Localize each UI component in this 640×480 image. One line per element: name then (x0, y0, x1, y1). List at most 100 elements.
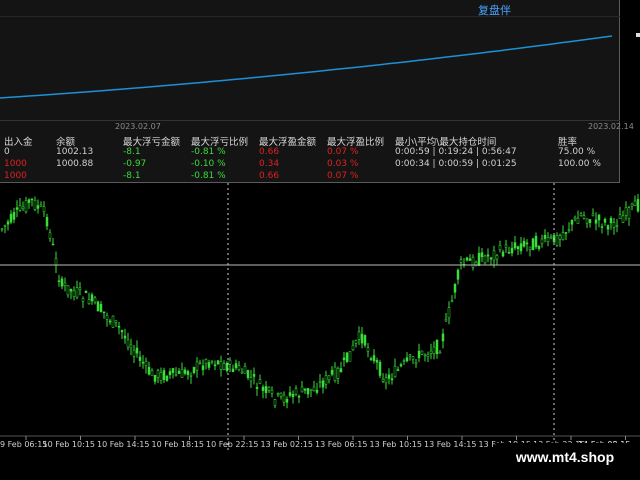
candle-body (456, 269, 460, 280)
candle-body (495, 255, 499, 260)
candle-body (516, 246, 520, 250)
candle-body (414, 362, 418, 365)
candle-body (18, 205, 22, 211)
candle-body (165, 375, 169, 381)
cell-deposit: 1000 (4, 171, 27, 181)
candle-body (315, 389, 319, 393)
candle-body (141, 361, 145, 364)
candle-body (33, 200, 37, 210)
candle-body (15, 207, 19, 210)
cell-max-float-loss: -8.1 (123, 171, 141, 181)
candle-body (432, 346, 436, 354)
candle-body (285, 399, 289, 403)
candle-body (162, 370, 166, 380)
candle-body (471, 256, 475, 268)
cell-max-float-profit: 0.66 (259, 171, 280, 181)
candle-body (363, 335, 367, 346)
candle-body (264, 386, 268, 394)
candle-body (9, 213, 13, 223)
x-axis-label: 13 Feb 02:15 (260, 440, 313, 449)
candle-body (135, 347, 139, 354)
candle-body (633, 200, 637, 206)
candle-body (255, 386, 259, 389)
candle-body (237, 365, 241, 370)
candle-body (147, 366, 151, 375)
cell-max-float-profit: 0.34 (259, 159, 280, 169)
candle-body (393, 366, 397, 378)
candle-body (93, 297, 97, 303)
candle-body (381, 378, 385, 382)
cell-win-rate: 75.00 % (558, 147, 596, 157)
candle-body (573, 216, 577, 220)
x-axis-label: 10 Feb 18:15 (151, 440, 204, 449)
candle-body (222, 363, 226, 370)
candle-body (492, 250, 496, 261)
candle-body (606, 225, 610, 230)
candle-body (408, 354, 412, 357)
cell-max-float-loss-pct: -0.81 % (191, 171, 226, 181)
candle-body (483, 255, 487, 264)
candle-body (327, 375, 331, 381)
candle-body (117, 326, 121, 328)
backtest-review-panel: 复盘伴 2023.02.07 2023.02.14 出入金 余额 最大浮亏金额 … (0, 0, 634, 183)
candle-body (324, 375, 328, 385)
candle-body (204, 359, 208, 364)
candle-body (312, 386, 316, 392)
candle-body (192, 367, 196, 373)
cell-deposit: 0 (4, 147, 10, 157)
candle-body (54, 258, 58, 266)
x-axis-label: 10 Feb 22:15 (206, 440, 259, 449)
x-axis-label: 10 Feb 10:15 (42, 440, 95, 449)
candle-body (234, 363, 238, 369)
candle-body (465, 257, 469, 261)
candle-body (114, 320, 118, 323)
candle-body (294, 388, 298, 395)
candle-body (90, 294, 94, 302)
x-axis-label: 13 Feb 14:15 (424, 440, 477, 449)
candle-body (30, 198, 34, 201)
candle-body (132, 349, 136, 357)
candle-body (390, 378, 394, 381)
candle-body (219, 361, 223, 370)
candle-body (480, 252, 484, 258)
candle-body (336, 368, 340, 379)
candle-body (174, 374, 178, 376)
candle-body (411, 356, 415, 360)
equity-date-end: 2023.02.14 (588, 122, 634, 131)
header-deposit: 出入金 (4, 137, 33, 148)
candle-body (297, 395, 301, 398)
candle-body (450, 300, 454, 302)
candle-body (45, 216, 49, 227)
candle-body (279, 392, 283, 397)
cell-max-float-profit-pct: 0.07 % (327, 147, 359, 157)
cell-deposit: 1000 (4, 159, 27, 169)
candle-body (333, 366, 337, 381)
candle-body (87, 299, 91, 304)
candle-body (198, 362, 202, 364)
candle-body (489, 257, 493, 260)
header-max-float-profit-pct: 最大浮盈比例 (327, 137, 385, 148)
candle-body (402, 360, 406, 362)
candle-body (123, 335, 127, 339)
equity-curve-area (0, 16, 620, 121)
candle-body (588, 219, 592, 223)
candle-body (345, 352, 349, 362)
candle-body (576, 217, 580, 224)
cell-max-float-loss: -8.1 (123, 147, 141, 157)
candle-body (477, 252, 481, 266)
candle-body (354, 340, 358, 344)
candle-body (444, 319, 448, 322)
candle-body (96, 301, 100, 312)
candle-body (189, 375, 193, 377)
candle-body (156, 370, 160, 378)
candle-body (6, 221, 10, 225)
candle-body (600, 226, 604, 228)
candle-body (252, 373, 256, 377)
candle-body (288, 392, 292, 396)
candle-body (630, 203, 634, 207)
candle-body (396, 369, 400, 371)
candle-body (585, 218, 589, 224)
candle-body (636, 199, 640, 212)
candle-body (12, 211, 16, 220)
candle-body (603, 218, 607, 223)
